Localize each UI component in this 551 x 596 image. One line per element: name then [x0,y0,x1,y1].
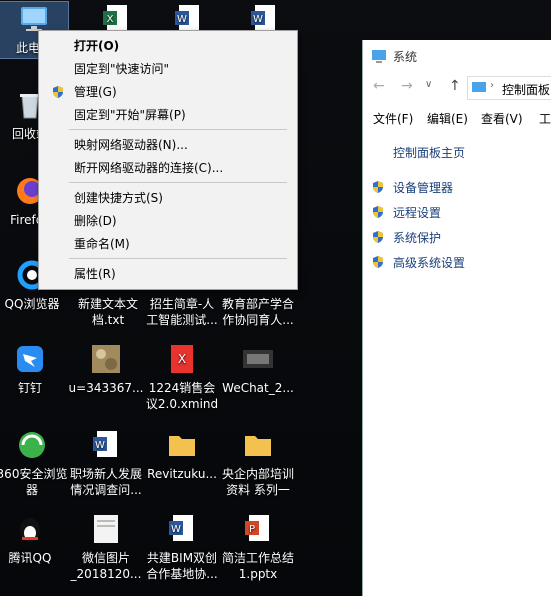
image-thumbnail-icon [92,345,120,373]
desktop-icon-label: 职场新人发展情况调查问... [69,467,142,497]
task-link-label: 系统保护 [393,231,442,245]
menu-item-create-shortcut[interactable]: 创建快捷方式(S) [39,187,297,209]
desktop-icon-label: 微信图片_2018120... [70,551,142,581]
folder-icon [169,436,195,456]
desktop-icon-label: 腾讯QQ [8,551,52,565]
context-menu: 打开(O) 固定到"快速访问" 管理(G) 固定到"开始"屏幕(P) 映射网络驱… [38,30,298,290]
svg-text:W: W [177,14,187,25]
uac-shield-icon [373,256,383,268]
desktop-icon-label: 教育部产学合作协同育人... [221,297,294,327]
menu-item-rename[interactable]: 重命名(M) [39,233,297,255]
desktop-icon-label: u=343367... [68,381,144,395]
forward-arrow-icon[interactable]: → [401,78,413,94]
task-link-label: 设备管理器 [393,181,454,195]
address-text: 控制面板 [502,83,551,97]
dingtalk-icon [17,346,43,372]
title-bar[interactable]: 系统 [363,40,551,72]
powerpoint-file-icon: P [245,515,269,541]
desktop-icon-folder-training[interactable]: 央企内部培训资料 系列一 [220,428,296,498]
desktop-icon-qq[interactable]: 腾讯QQ [0,512,68,566]
video-thumbnail-icon [243,350,273,368]
task-link-label: 远程设置 [393,206,442,220]
xmind-file-icon: X [171,345,193,373]
uac-shield-icon [373,206,383,218]
menu-separator [69,258,287,259]
desktop-icon-word-bim[interactable]: W 共建BIM双创合作基地协... [144,512,220,582]
360-browser-icon [19,432,45,458]
menu-item-map-drive[interactable]: 映射网络驱动器(N)... [39,134,297,156]
uac-shield-icon [373,181,383,193]
task-link-label: 高级系统设置 [393,256,466,270]
desktop-icon-image[interactable]: u=343367... [68,342,144,396]
window-title: 系统 [393,50,418,64]
desktop-icon-xmind[interactable]: X 1224销售会议2.0.xmind [144,342,220,412]
word-file-icon: W [169,515,193,541]
qq-penguin-icon [20,518,40,542]
menu-edit[interactable]: 编辑(E) [427,110,468,127]
desktop-icon-360-browser[interactable]: 360安全浏览器 [0,428,70,498]
menu-item-disconnect-drive[interactable]: 断开网络驱动器的连接(C)... [39,157,297,179]
uac-shield-icon [373,231,383,243]
nav-bar: ← → ∨ ↑ › 控制面板 [363,76,551,102]
control-panel-icon [472,82,486,92]
menu-item-delete[interactable]: 删除(D) [39,210,297,232]
desktop-icon-label: Revitzuku... [147,467,217,481]
desktop-icon-label: 1224销售会议2.0.xmind [145,381,219,411]
svg-text:W: W [253,14,263,25]
menu-separator [69,129,287,130]
desktop-icon-label: 央企内部培训资料 系列一 [221,467,294,497]
desktop-icon-label: 简洁工作总结1.pptx [221,551,294,581]
desktop-icon-folder-revit[interactable]: Revitzuku... [144,428,220,482]
desktop-icon-wechat-image[interactable]: 微信图片_2018120... [68,512,144,582]
image-thumbnail-icon [94,515,118,543]
menu-tools[interactable]: 工 [539,110,551,127]
system-window-icon [372,50,386,63]
desktop-icon-label: 360安全浏览器 [0,467,68,497]
chevron-down-icon[interactable]: ∨ [425,79,432,90]
desktop-icon-word-survey[interactable]: W 职场新人发展情况调查问... [68,428,144,498]
menu-view[interactable]: 查看(V) [481,110,523,127]
desktop-icon-label: 招生简章-人工智能测试... [146,297,218,327]
svg-text:W: W [171,524,181,535]
address-bar[interactable]: › 控制面板 [467,76,551,100]
desktop-icon-label: 新建文本文档.txt [77,297,138,327]
uac-shield-icon [53,86,63,98]
menu-item-open[interactable]: 打开(O) [39,35,297,57]
desktop-icon-label: 共建BIM双创合作基地协... [146,551,218,581]
desktop-icon-label: WeChat_2... [222,381,294,395]
back-arrow-icon[interactable]: ← [373,78,385,94]
menu-item-properties[interactable]: 属性(R) [39,263,297,285]
menu-item-pin-start[interactable]: 固定到"开始"屏幕(P) [39,104,297,126]
menu-item-manage[interactable]: 管理(G) [39,81,297,103]
desktop-icon-label: 钉钉 [17,381,42,395]
up-arrow-icon[interactable]: ↑ [449,78,461,94]
folder-icon [245,436,271,456]
word-file-icon: W [93,431,117,457]
system-window: 系统 ← → ∨ ↑ › 控制面板 文件(F) 编辑(E) 查看(V) 工 控制… [362,40,551,596]
svg-text:P: P [249,524,255,535]
svg-text:X: X [107,14,114,25]
menu-item-label: 管理(G) [74,85,117,99]
desktop-icon-dingtalk[interactable]: 钉钉 [0,342,68,396]
svg-text:W: W [95,440,105,451]
menu-separator [69,182,287,183]
desktop-icon-wechat-video[interactable]: WeChat_2... [220,342,296,396]
desktop-icon-label: QQ浏览器 [4,297,60,311]
desktop-icon-pptx[interactable]: P 简洁工作总结1.pptx [220,512,296,582]
svg-text:X: X [178,352,186,366]
menu-bar: 文件(F) 编辑(E) 查看(V) 工 [363,108,551,128]
control-panel-home-link[interactable]: 控制面板主页 [393,144,465,161]
chevron-right-icon: › [490,80,494,91]
menu-item-pin-quick-access[interactable]: 固定到"快速访问" [39,58,297,80]
menu-file[interactable]: 文件(F) [373,110,413,127]
